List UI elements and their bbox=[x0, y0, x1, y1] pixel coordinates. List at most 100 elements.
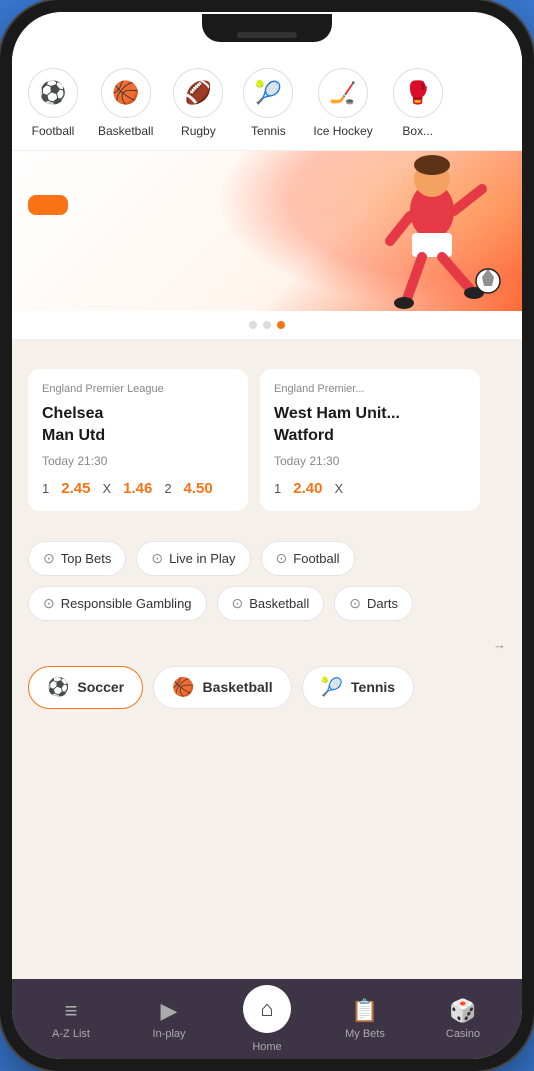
sport-item-tennis[interactable]: 🎾 Tennis bbox=[243, 68, 293, 138]
sport-label-boxing: Box... bbox=[402, 124, 433, 138]
match-odds-0: 1 2.45X 1.462 4.50 bbox=[42, 480, 234, 497]
sport-label-rugby: Rugby bbox=[181, 124, 216, 138]
matches-row: England Premier League ChelseaMan Utd To… bbox=[28, 369, 506, 511]
phone-frame: ⚽ Football 🏀 Basketball 🏈 Rugby 🎾 Tennis… bbox=[0, 0, 534, 1071]
match-league-1: England Premier... bbox=[274, 383, 466, 395]
tab-icon-2: 🎾 bbox=[321, 677, 343, 698]
tab-icon-0: ⚽ bbox=[47, 677, 69, 698]
nav-icon-3: 📋 bbox=[351, 998, 378, 1024]
sport-tab-tennis[interactable]: 🎾 Tennis bbox=[302, 666, 415, 709]
sport-tab-soccer[interactable]: ⚽ Soccer bbox=[28, 666, 143, 709]
nav-item-casino[interactable]: 🎲 Casino bbox=[414, 998, 512, 1040]
in-play-section: → ⚽ Soccer 🏀 Basketball 🎾 Tennis bbox=[12, 637, 522, 725]
featured-matches-section: England Premier League ChelseaMan Utd To… bbox=[12, 339, 522, 527]
tab-icon-1: 🏀 bbox=[172, 677, 194, 698]
dot-0[interactable] bbox=[249, 321, 257, 329]
nav-item-mybets[interactable]: 📋 My Bets bbox=[316, 998, 414, 1040]
quick-link-3[interactable]: ⊙ Responsible Gambling bbox=[28, 586, 207, 621]
tab-label-0: Soccer bbox=[77, 679, 124, 695]
sport-icon-rugby: 🏈 bbox=[173, 68, 223, 118]
nav-item-azlist[interactable]: ≡ A-Z List bbox=[22, 998, 120, 1040]
nav-icon-0: ≡ bbox=[65, 998, 78, 1024]
chip-icon-0: ⊙ bbox=[43, 550, 55, 567]
chip-icon-5: ⊙ bbox=[349, 595, 361, 612]
quick-link-0[interactable]: ⊙ Top Bets bbox=[28, 541, 126, 576]
quick-link-5[interactable]: ⊙ Darts bbox=[334, 586, 413, 621]
odds-label-0-1: X bbox=[102, 481, 111, 496]
player-figure bbox=[352, 151, 512, 311]
phone-screen: ⚽ Football 🏀 Basketball 🏈 Rugby 🎾 Tennis… bbox=[12, 12, 522, 1059]
chip-label-5: Darts bbox=[367, 596, 398, 611]
nav-item-inplay[interactable]: ▶ In-play bbox=[120, 998, 218, 1040]
bottom-nav: ≡ A-Z List ▶ In-play ⌂ Home 📋 My Bets 🎲 … bbox=[12, 979, 522, 1059]
match-odds-1: 1 2.40 X bbox=[274, 480, 466, 497]
sport-label-basketball: Basketball bbox=[98, 124, 153, 138]
sport-item-boxing[interactable]: 🥊 Box... bbox=[393, 68, 443, 138]
chip-icon-3: ⊙ bbox=[43, 595, 55, 612]
match-teams-1: West Ham Unit...Watford bbox=[274, 403, 466, 448]
quick-link-2[interactable]: ⊙ Football bbox=[261, 541, 355, 576]
sport-label-tennis: Tennis bbox=[251, 124, 286, 138]
home-btn-wrap: ⌂ bbox=[243, 985, 291, 1033]
odds-x-1-1: X bbox=[334, 481, 343, 496]
sport-tabs: ⚽ Soccer 🏀 Basketball 🎾 Tennis bbox=[28, 666, 506, 709]
nav-label-3: My Bets bbox=[345, 1028, 385, 1040]
hero-section bbox=[12, 151, 522, 339]
odds-label-1-0: 1 bbox=[274, 481, 281, 496]
match-time-1: Today 21:30 bbox=[274, 454, 466, 468]
sport-item-rugby[interactable]: 🏈 Rugby bbox=[173, 68, 223, 138]
get-bonus-button[interactable] bbox=[28, 195, 68, 215]
in-play-header: → bbox=[28, 637, 506, 652]
sports-nav: ⚽ Football 🏀 Basketball 🏈 Rugby 🎾 Tennis… bbox=[12, 56, 522, 151]
quick-links-grid: ⊙ Top Bets ⊙ Live in Play ⊙ Football ⊙ R… bbox=[28, 541, 506, 621]
match-teams-0: ChelseaMan Utd bbox=[42, 403, 234, 448]
events-link[interactable]: → bbox=[489, 637, 506, 652]
phone-notch bbox=[202, 14, 332, 42]
odds-label-0-0: 1 bbox=[42, 481, 49, 496]
home-icon: ⌂ bbox=[260, 996, 273, 1022]
sport-item-football[interactable]: ⚽ Football bbox=[28, 68, 78, 138]
phone-speaker bbox=[237, 32, 297, 38]
dot-1[interactable] bbox=[263, 321, 271, 329]
odds-value-0-0: 2.45 bbox=[61, 480, 90, 497]
nav-label-4: Casino bbox=[446, 1028, 480, 1040]
sport-icon-tennis: 🎾 bbox=[243, 68, 293, 118]
chip-icon-2: ⊙ bbox=[276, 550, 288, 567]
match-time-0: Today 21:30 bbox=[42, 454, 234, 468]
sport-icon-football: ⚽ bbox=[28, 68, 78, 118]
quick-link-4[interactable]: ⊙ Basketball bbox=[217, 586, 325, 621]
chip-icon-4: ⊙ bbox=[232, 595, 244, 612]
odds-value-0-2: 4.50 bbox=[184, 480, 213, 497]
chip-icon-1: ⊙ bbox=[151, 550, 163, 567]
sport-icon-ice_hockey: 🏒 bbox=[318, 68, 368, 118]
sport-item-basketball[interactable]: 🏀 Basketball bbox=[98, 68, 153, 138]
odds-value-1-0: 2.40 bbox=[293, 480, 322, 497]
sport-tab-basketball[interactable]: 🏀 Basketball bbox=[153, 666, 291, 709]
content-area: ⚽ Football 🏀 Basketball 🏈 Rugby 🎾 Tennis… bbox=[12, 56, 522, 979]
sport-icon-basketball: 🏀 bbox=[101, 68, 151, 118]
match-card-0[interactable]: England Premier League ChelseaMan Utd To… bbox=[28, 369, 248, 511]
chip-label-0: Top Bets bbox=[61, 551, 112, 566]
nav-icon-1: ▶ bbox=[161, 998, 178, 1024]
match-league-0: England Premier League bbox=[42, 383, 234, 395]
sport-label-ice_hockey: Ice Hockey bbox=[313, 124, 372, 138]
tab-label-1: Basketball bbox=[203, 679, 273, 695]
nav-item-home[interactable]: ⌂ Home bbox=[218, 985, 316, 1053]
chip-label-4: Basketball bbox=[249, 596, 309, 611]
nav-label-0: A-Z List bbox=[52, 1028, 90, 1040]
chip-label-3: Responsible Gambling bbox=[61, 596, 192, 611]
chip-label-2: Football bbox=[293, 551, 339, 566]
dot-2[interactable] bbox=[277, 321, 285, 329]
nav-label-2: Home bbox=[252, 1041, 281, 1053]
match-card-1[interactable]: England Premier... West Ham Unit...Watfo… bbox=[260, 369, 480, 511]
dots-indicator bbox=[12, 311, 522, 339]
sport-icon-boxing: 🥊 bbox=[393, 68, 443, 118]
nav-label-1: In-play bbox=[152, 1028, 185, 1040]
tab-label-2: Tennis bbox=[351, 679, 395, 695]
arrow-icon: → bbox=[493, 637, 506, 652]
chip-label-1: Live in Play bbox=[169, 551, 235, 566]
sport-item-ice_hockey[interactable]: 🏒 Ice Hockey bbox=[313, 68, 372, 138]
odds-value-0-1: 1.46 bbox=[123, 480, 152, 497]
hero-banner bbox=[12, 151, 522, 311]
quick-link-1[interactable]: ⊙ Live in Play bbox=[136, 541, 250, 576]
